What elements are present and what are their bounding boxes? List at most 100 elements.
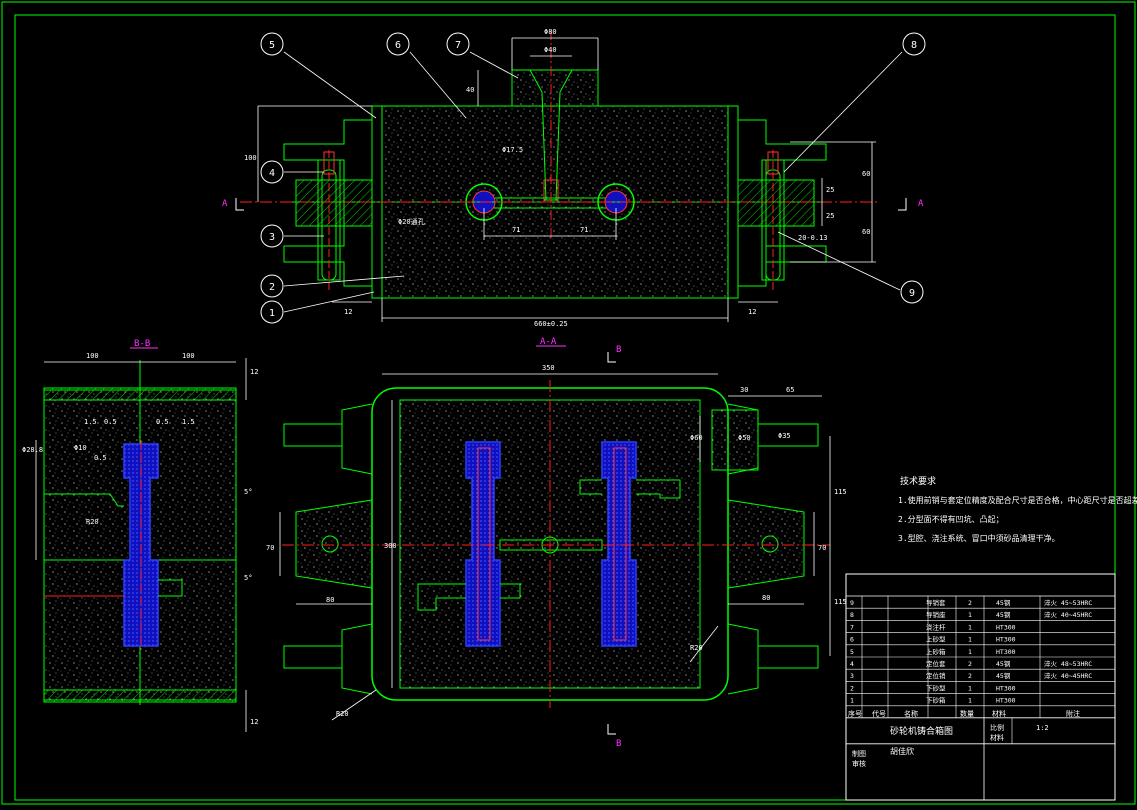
aa-dim-phi50: Φ50 — [738, 434, 751, 442]
parts-row-5: 5 上砂箱 1 HT300 — [850, 647, 1016, 656]
parts-cell-note: 淬火 40~45HRC — [1044, 610, 1092, 619]
material-label: 材料 — [990, 733, 1004, 742]
bb-dim-phi10: Φ10 — [74, 444, 87, 452]
parts-cell-name: 上砂箱 — [926, 647, 946, 656]
bb-dim-100b: 100 — [182, 352, 195, 360]
drawing-title: 砂轮机铸合箱图 — [890, 725, 953, 737]
parts-header-cell: 序号 — [848, 709, 862, 718]
parts-cell-material: HT300 — [996, 697, 1016, 705]
section-marker-a-right: A — [918, 199, 924, 209]
section-aa-view: A-A 350 30 65 Φ60 Φ50 Φ35 115 115 70 70 … — [266, 337, 847, 721]
bb-dim-phi28-8: Φ28.8 — [22, 446, 43, 454]
dim-12a: 12 — [344, 308, 352, 316]
parts-header-cell: 附注 — [1066, 709, 1080, 718]
dim-60a: 60 — [862, 170, 870, 178]
parts-row-8: 8 导销座 1 45钢 淬火 40~45HRC — [850, 610, 1092, 619]
parts-cell-material: 45钢 — [996, 672, 1011, 680]
parts-cell-no: 6 — [850, 636, 854, 644]
dim-phi40: Φ40 — [544, 46, 557, 54]
parts-cell-material: HT300 — [996, 684, 1016, 692]
bb-dim-5b: 5° — [244, 574, 252, 582]
parts-cell-name: 导销座 — [926, 610, 946, 619]
aa-dim-70b: 70 — [818, 544, 826, 552]
dim-12b: 12 — [748, 308, 756, 316]
parts-cell-material: HT300 — [996, 623, 1016, 631]
parts-cell-no: 4 — [850, 660, 854, 668]
callout-4: 4 — [260, 160, 284, 184]
dim-71b: 71 — [580, 226, 588, 234]
parts-header-cell: 代号 — [872, 709, 886, 718]
callout-7: 7 — [446, 32, 470, 56]
parts-cell-note: 淬火 40~45HRC — [1044, 671, 1092, 680]
callout-5: 5 — [260, 32, 284, 56]
aa-dim-phi60: Φ60 — [690, 434, 703, 442]
parts-cell-material: HT300 — [996, 636, 1016, 644]
dim-phi20: Φ20通孔 — [398, 217, 425, 226]
bb-dim-12a: 12 — [250, 368, 258, 376]
bb-dim-5a: 5° — [244, 488, 252, 496]
svg-text:3: 3 — [269, 232, 275, 243]
parts-cell-qty: 2 — [968, 660, 972, 668]
svg-text:9: 9 — [909, 288, 915, 299]
callout-2: 2 — [260, 274, 284, 298]
aa-dim-r20b: R20 — [690, 644, 703, 652]
aa-dim-r20a: R20 — [336, 710, 349, 718]
parts-cell-qty: 1 — [968, 636, 972, 644]
callout-3: 3 — [260, 224, 284, 248]
parts-row-4: 4 定位套 2 45钢 淬火 48~53HRC — [850, 659, 1092, 668]
assembly-view: Φ80 Φ40 40 100 Φ17.5 Φ20通孔 71 71 25 25 6… — [240, 28, 903, 328]
parts-cell-no: 9 — [850, 599, 854, 607]
parts-cell-material: 45钢 — [996, 599, 1011, 607]
parts-cell-qty: 1 — [968, 648, 972, 656]
parts-cell-material: HT300 — [996, 648, 1016, 656]
svg-text:5: 5 — [269, 40, 275, 51]
parts-cell-name: 定位套 — [926, 659, 946, 668]
bb-dim-1-5b: 1.5 — [182, 418, 195, 426]
parts-cell-name: 上砂型 — [926, 635, 946, 644]
parts-row-2: 2 下砂型 1 HT300 — [850, 683, 1016, 692]
parts-cell-name: 导销套 — [926, 598, 946, 607]
aa-dim-80a: 80 — [326, 596, 334, 604]
aa-dim-30: 30 — [740, 386, 748, 394]
section-bb-view: B-B 100 100 12 12 Φ28.8 Φ10 1.5 1.5 0.5 — [22, 339, 258, 732]
svg-text:7: 7 — [455, 40, 461, 51]
section-marker-a-left: A — [222, 199, 228, 209]
bb-dim-100a: 100 — [86, 352, 99, 360]
callout-8: 8 — [902, 32, 926, 56]
drawing-canvas: Φ80 Φ40 40 100 Φ17.5 Φ20通孔 71 71 25 25 6… — [1, 1, 1137, 805]
parts-cell-qty: 1 — [968, 611, 972, 619]
tech-requirement-3: 3.型腔、浇注系统、冒口中须砂品清理干净。 — [898, 533, 1060, 543]
tech-requirements: 技术要求 1.使用前销与套定位精度及配合尺寸是否合格，中心距尺寸是否超差； 2.… — [898, 475, 1137, 543]
parts-cell-qty: 1 — [968, 697, 972, 705]
callout-6: 6 — [386, 32, 410, 56]
parts-cell-no: 8 — [850, 611, 854, 619]
aa-dim-300: 300 — [384, 542, 397, 550]
dim-71a: 71 — [512, 226, 520, 234]
parts-header-cell: 数量 — [960, 709, 974, 718]
scale-value: 1:2 — [1036, 724, 1049, 732]
parts-cell-no: 7 — [850, 623, 854, 631]
callout-1: 1 — [260, 300, 284, 324]
parts-header-cell: 材料 — [992, 709, 1006, 718]
bb-dim-0-5a: 0.5 — [104, 418, 117, 426]
tech-requirement-2: 2.分型面不得有凹坑、凸起； — [898, 514, 1004, 524]
dim-660: 660±0.25 — [534, 320, 568, 328]
parts-cell-qty: 2 — [968, 672, 972, 680]
dim-40: 40 — [466, 86, 474, 94]
designer-label: 制图 — [852, 749, 866, 758]
dim-25b: 25 — [826, 212, 834, 220]
parts-cell-no: 5 — [850, 648, 854, 656]
aa-dim-115b: 115 — [834, 598, 847, 606]
parts-cell-name: 下砂箱 — [926, 696, 946, 705]
parts-row-1: 1 下砂箱 1 HT300 — [850, 696, 1016, 705]
bb-dim-1-5a: 1.5 — [84, 418, 97, 426]
tech-requirements-title: 技术要求 — [900, 475, 936, 487]
dim-25a: 25 — [826, 186, 834, 194]
aa-dim-65: 65 — [786, 386, 794, 394]
aa-dim-350: 350 — [542, 364, 555, 372]
designer-name: 胡佳欣 — [890, 746, 914, 756]
dim-phi17-5: Φ17.5 — [502, 146, 523, 154]
dim-100: 100 — [244, 154, 257, 162]
dim-phi80: Φ80 — [544, 28, 557, 36]
aa-dim-phi35: Φ35 — [778, 432, 791, 440]
